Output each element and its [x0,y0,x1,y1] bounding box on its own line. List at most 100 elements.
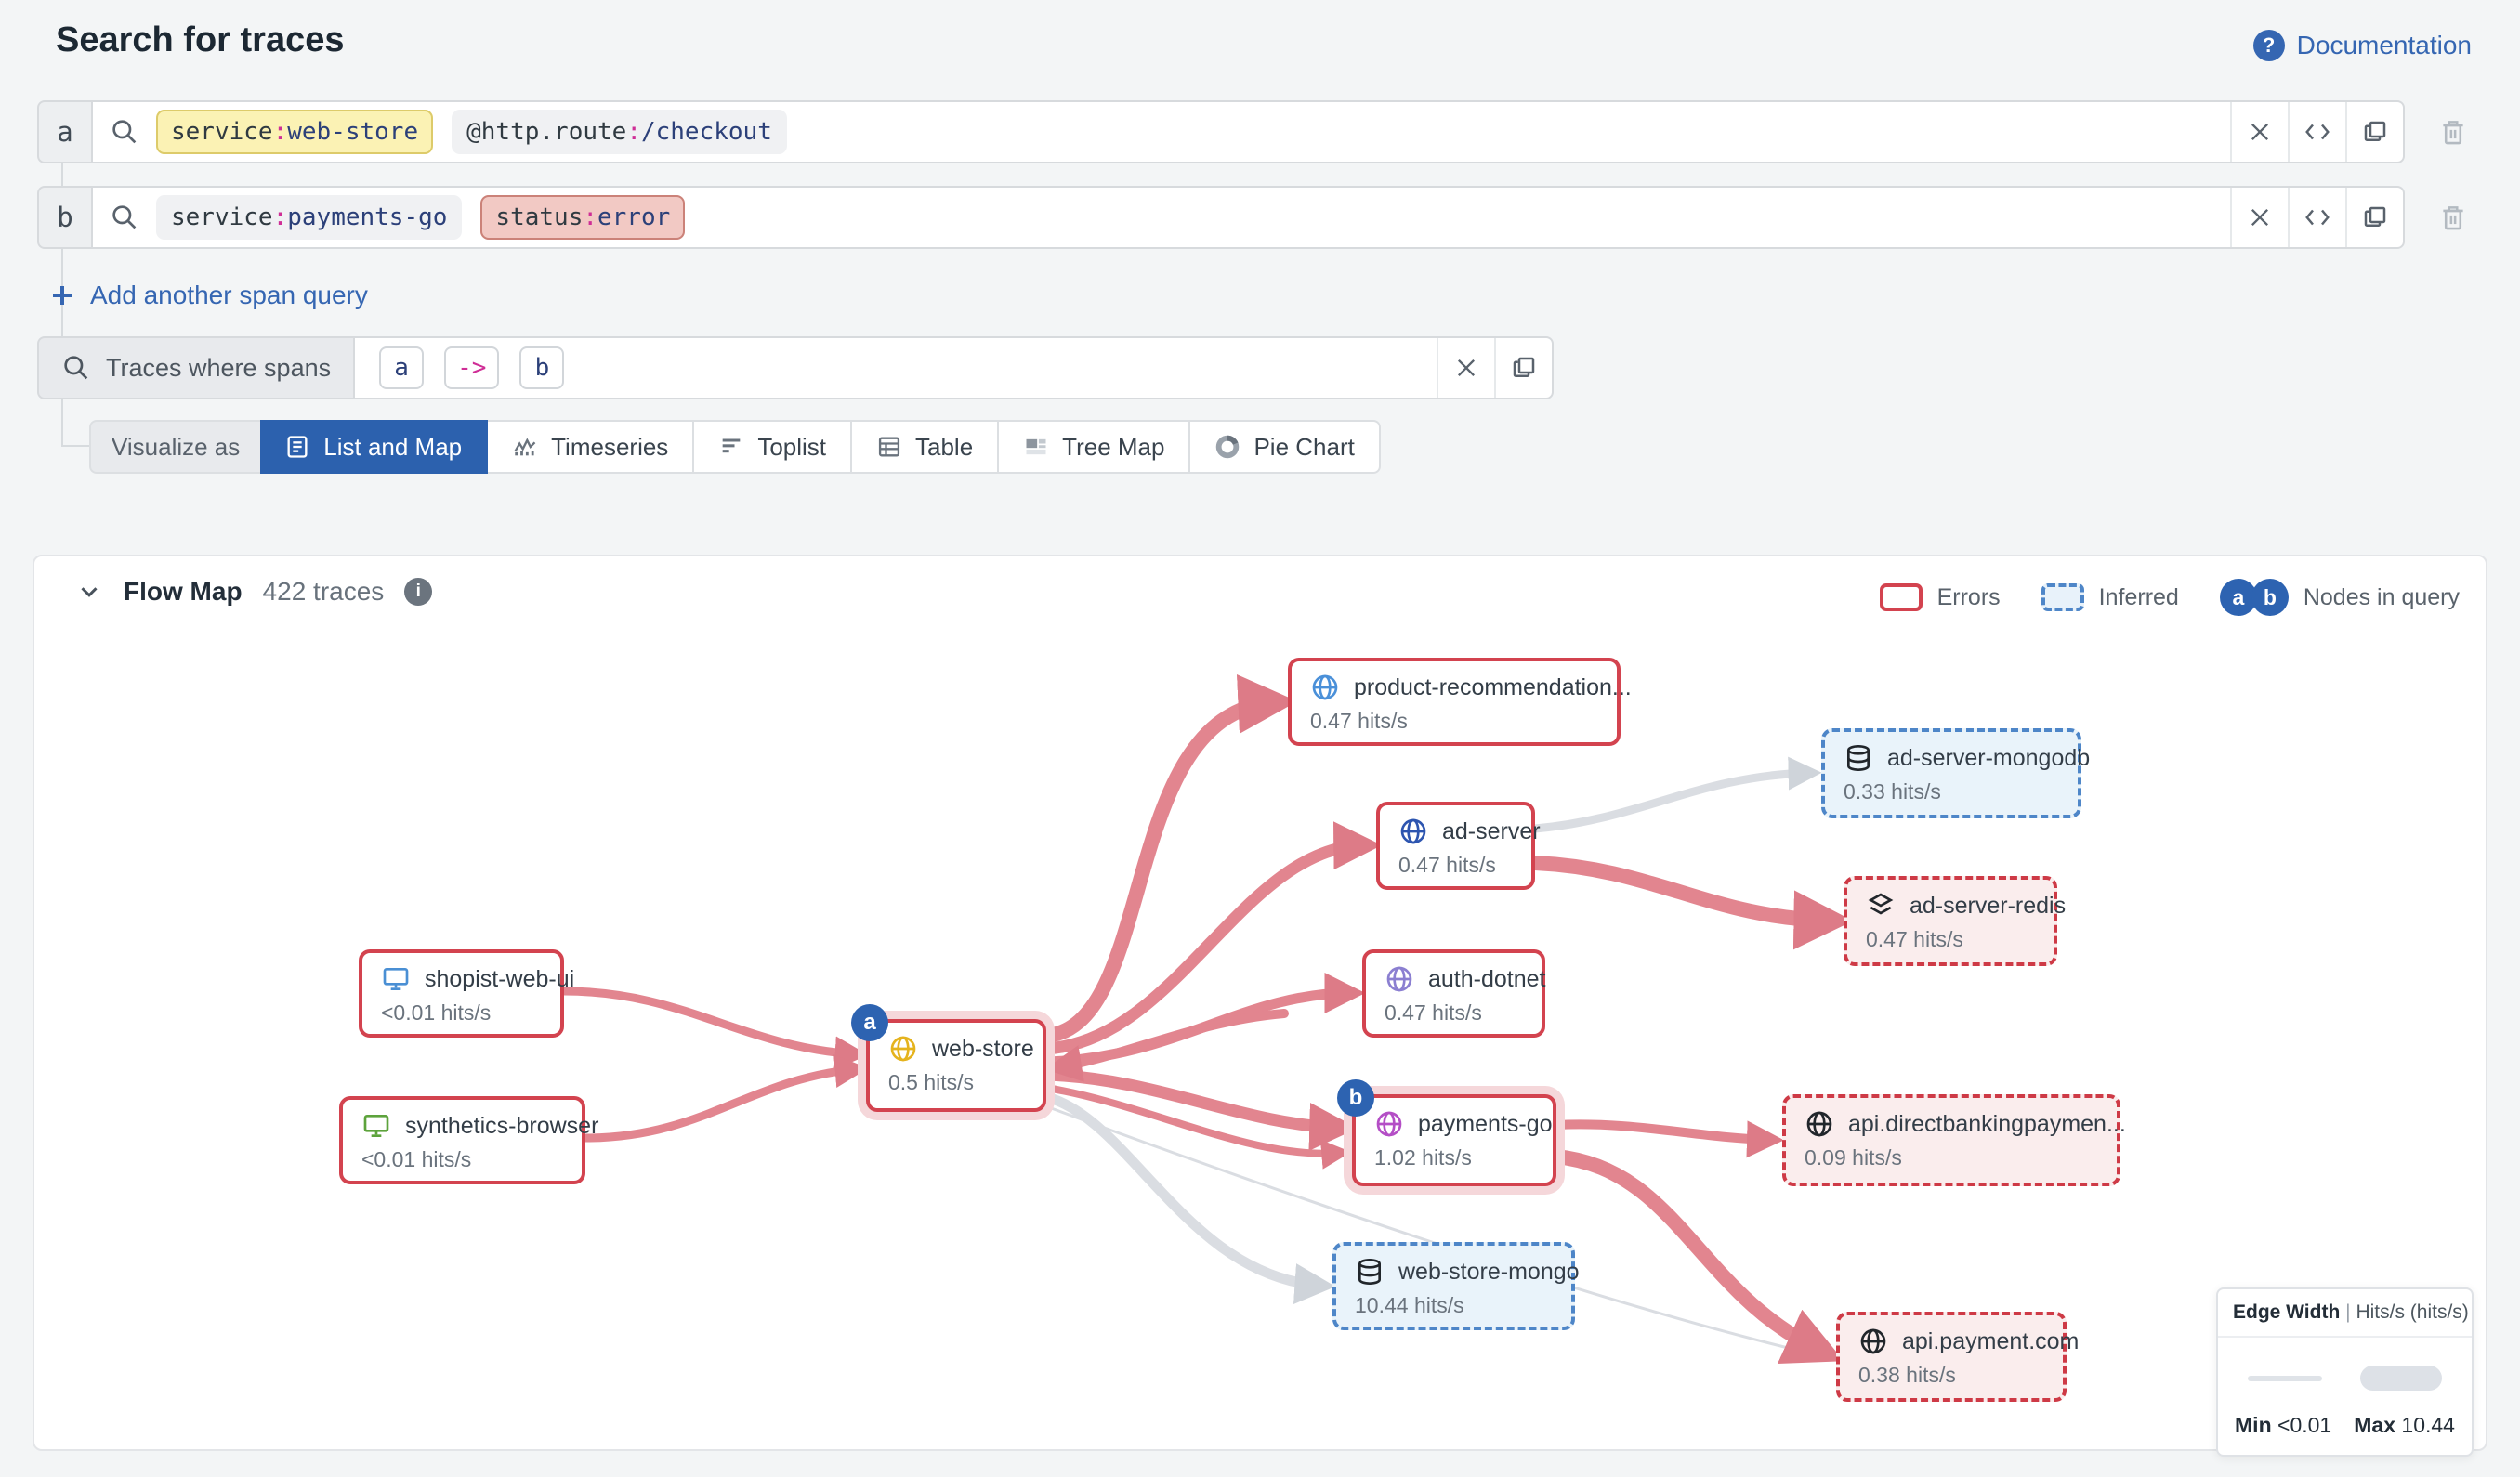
trace-query-label: Traces where spans [37,336,353,399]
help-icon: ? [2253,30,2285,61]
traces-count: 422 traces [263,577,385,607]
code-icon [2303,203,2331,231]
tab-pie-chart[interactable]: Pie Chart [1190,420,1380,474]
edge-width-legend: Edge Width | Hits/s (hits/s) Min <0.01 M… [2216,1287,2474,1457]
filter-pill[interactable]: service:payments-go [156,195,462,240]
query-badge-a: a [851,1004,888,1041]
flow-node-synthetics-browser[interactable]: synthetics-browser <0.01 hits/s [339,1096,585,1184]
timeseries-icon [512,434,538,460]
query-input-a[interactable]: service:web-store @http.route:/checkout [91,100,2405,163]
clear-trace-query-button[interactable] [1437,338,1494,398]
min-edge-sample [2248,1376,2322,1381]
copy-query-button[interactable] [2345,188,2403,247]
toplist-icon [718,434,744,460]
documentation-link[interactable]: ? Documentation [2253,30,2472,61]
flow-map-card: Flow Map 422 traces i Errors Inferred a … [33,555,2487,1451]
query-badge-b: b [1337,1079,1374,1117]
filter-pill[interactable]: service:web-store [156,110,433,154]
edge-ad-server-mongodb[interactable] [1535,773,1810,829]
query-pills: service:web-store @http.route:/checkout [156,110,787,154]
copy-query-button[interactable] [2345,102,2403,162]
edge-ad-server-redis[interactable] [1535,863,1832,921]
copy-icon [1510,354,1538,382]
nodes-in-query-label: Nodes in query [2303,584,2460,611]
flow-node-api-payment-com[interactable]: api.payment.com 0.38 hits/s [1836,1312,2067,1402]
layers-icon [1866,891,1896,921]
database-icon [1355,1257,1385,1287]
globe-icon [888,1034,918,1064]
clear-query-button[interactable] [2230,102,2288,162]
flow-node-web-store-mongo[interactable]: web-store-mongo 10.44 hits/s [1332,1242,1575,1330]
edge-width-legend-title: Edge Width | Hits/s (hits/s) [2218,1289,2472,1338]
flow-node-api-directbankingpayments[interactable]: api.directbankingpaymen... 0.09 hits/s [1782,1094,2120,1186]
trace-query-input[interactable]: a -> b [353,336,1554,399]
globe-icon [1398,817,1428,846]
edge-synthetics-web-store[interactable] [585,1069,857,1138]
operand-b-pill[interactable]: b [519,346,564,389]
copy-trace-query-button[interactable] [1494,338,1552,398]
tab-table[interactable]: Table [852,420,999,474]
flow-node-ad-server[interactable]: ad-server 0.47 hits/s [1376,802,1535,890]
tab-list-and-map[interactable]: List and Map [260,420,488,474]
query-label-b: b [37,186,91,249]
query-pills: service:payments-go status:error [156,195,685,240]
flow-node-web-store[interactable]: a web-store 0.5 hits/s [866,1019,1046,1112]
tab-toplist[interactable]: Toplist [694,420,852,474]
errors-label: Errors [1937,584,2001,611]
query-actions [2230,102,2403,162]
tab-tree-map[interactable]: Tree Map [999,420,1190,474]
max-value: Max 10.44 [2354,1413,2455,1438]
flow-node-shopist-web-ui[interactable]: shopist-web-ui <0.01 hits/s [359,949,564,1038]
query-actions [2230,188,2403,247]
flow-node-auth-dotnet[interactable]: auth-dotnet 0.47 hits/s [1362,949,1545,1038]
flow-map-header: Flow Map 422 traces i [75,577,432,607]
edit-raw-query-button[interactable] [2288,102,2345,162]
span-query-row-b: b service:payments-go status:error [37,186,2405,249]
trace-query-row: Traces where spans a -> b [37,336,1554,399]
pie-chart-icon [1214,434,1240,460]
max-edge-sample [2360,1366,2442,1391]
edge-web-store-ad-server[interactable] [1046,845,1365,1049]
filter-pill[interactable]: @http.route:/checkout [452,110,787,154]
inferred-swatch [2041,583,2084,611]
database-icon [1844,743,1873,773]
code-icon [2303,118,2331,146]
filter-pill[interactable]: status:error [480,195,685,240]
edge-shopist-web-store[interactable] [564,991,857,1054]
chevron-down-icon[interactable] [75,578,103,606]
monitor-icon [381,964,411,994]
search-icon [61,353,91,383]
span-query-row-a: a service:web-store @http.route:/checkou… [37,100,2405,163]
edge-payments-directbanking[interactable] [1556,1124,1771,1140]
close-icon [2247,119,2273,145]
info-icon[interactable]: i [404,578,432,606]
flow-node-product-recommendation[interactable]: product-recommendation... 0.47 hits/s [1288,658,1621,746]
flow-node-ad-server-redis[interactable]: ad-server-redis 0.47 hits/s [1844,876,2057,966]
copy-icon [2361,203,2389,231]
operator-arrow-pill[interactable]: -> [444,346,499,389]
page-title: Search for traces [56,20,345,60]
globe-icon [1385,964,1414,994]
globe-icon [1374,1109,1404,1139]
add-span-query-button[interactable]: Add another span query [48,281,368,310]
delete-query-a-button[interactable] [2433,111,2474,152]
tree-map-icon [1023,434,1049,460]
edge-width-values: Min <0.01 Max 10.44 [2218,1398,2472,1455]
tab-timeseries[interactable]: Timeseries [488,420,694,474]
close-icon [1453,355,1479,381]
globe-icon [1310,673,1340,702]
clear-query-button[interactable] [2230,188,2288,247]
delete-query-b-button[interactable] [2433,197,2474,238]
search-icon [110,117,139,147]
globe-icon [1805,1109,1834,1139]
operand-a-pill[interactable]: a [379,346,424,389]
query-input-b[interactable]: service:payments-go status:error [91,186,2405,249]
edit-raw-query-button[interactable] [2288,188,2345,247]
close-icon [2247,204,2273,230]
min-value: Min <0.01 [2235,1413,2331,1438]
trace-query-actions [1437,338,1552,398]
flow-node-ad-server-mongodb[interactable]: ad-server-mongodb 0.33 hits/s [1821,728,2081,818]
inferred-label: Inferred [2099,584,2179,611]
flow-node-payments-go[interactable]: b payments-go 1.02 hits/s [1352,1094,1556,1186]
search-icon [110,203,139,232]
